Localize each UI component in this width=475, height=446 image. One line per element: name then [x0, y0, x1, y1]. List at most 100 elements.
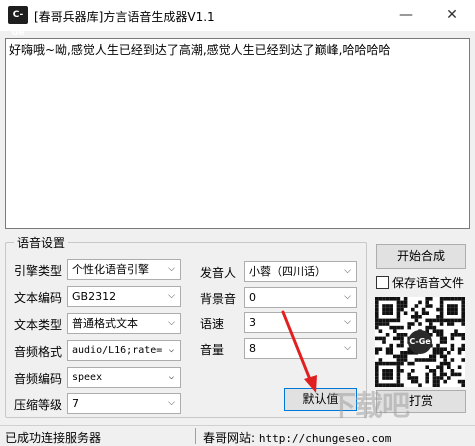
save-audio-option[interactable]: 保存语音文件	[376, 274, 464, 291]
qr-module	[389, 372, 393, 377]
qr-module	[443, 361, 447, 366]
qr-module	[396, 300, 401, 305]
qr-module	[443, 340, 447, 344]
start-synthesis-button[interactable]: 开始合成	[376, 244, 466, 269]
qr-module	[407, 361, 411, 366]
connection-status: 已成功连接服务器	[5, 431, 102, 445]
speaker-label: 发音人	[200, 266, 237, 280]
qr-module	[439, 372, 444, 377]
compression-level-label: 压缩等级	[14, 398, 63, 412]
qr-module	[375, 379, 379, 384]
qr-module	[461, 379, 465, 384]
qr-module	[432, 376, 437, 380]
compression-level-select[interactable]: 7 ⌵	[67, 393, 181, 414]
qr-module	[454, 372, 458, 377]
qr-module	[385, 369, 390, 373]
qr-module	[436, 333, 440, 337]
qr-module	[414, 379, 419, 384]
chevron-down-icon: ⌵	[339, 313, 356, 332]
qr-module	[385, 347, 390, 351]
donation-qr-code: C-Ge	[375, 297, 465, 387]
qr-module	[461, 297, 465, 301]
qr-module	[411, 322, 415, 326]
qr-module	[378, 361, 383, 366]
qr-module	[425, 358, 429, 362]
audio-format-select[interactable]: audio/L16;rate= ⌵	[67, 340, 181, 361]
chevron-down-icon: ⌵	[163, 314, 180, 333]
qr-module	[389, 369, 393, 373]
qr-module	[450, 318, 455, 323]
qr-module	[382, 372, 386, 377]
qr-module	[393, 354, 397, 359]
qr-module	[457, 379, 462, 384]
qr-module	[378, 329, 383, 333]
text-input-area[interactable]: 好嗨哦~呦,感觉人生已经到达了高潮,感觉人生已经到达了巅峰,哈哈哈哈	[5, 38, 470, 229]
qr-module	[400, 300, 404, 305]
qr-module	[450, 369, 455, 373]
qr-module	[454, 333, 458, 337]
text-type-select[interactable]: 普通格式文本 ⌵	[67, 313, 181, 334]
qr-module	[375, 351, 379, 355]
qr-module	[382, 304, 386, 308]
qr-module	[411, 361, 415, 366]
qr-module	[375, 304, 379, 308]
website-info: 春哥网站: http://chungeseo.com	[203, 429, 391, 446]
text-encoding-select[interactable]: GB2312 ⌵	[67, 286, 181, 307]
qr-module	[378, 297, 383, 301]
qr-module	[418, 300, 422, 305]
qr-module	[407, 322, 411, 326]
qr-module	[375, 369, 379, 373]
qr-module	[382, 336, 386, 341]
minimize-icon[interactable]: —	[383, 0, 429, 31]
audio-encoding-select[interactable]: speex ⌵	[67, 367, 181, 388]
qr-module	[393, 329, 397, 333]
window-title: [春哥兵器库]方言语音生成器V1.1	[34, 10, 215, 24]
qr-module	[429, 369, 433, 373]
background-sound-select[interactable]: 0 ⌵	[244, 287, 357, 308]
qr-module	[385, 361, 390, 366]
qr-module	[447, 351, 451, 355]
save-audio-checkbox[interactable]	[376, 276, 389, 289]
engine-type-select[interactable]: 个性化语音引擎 ⌵	[67, 259, 181, 280]
qr-module	[403, 358, 408, 362]
qr-module	[439, 354, 444, 359]
qr-module	[457, 347, 462, 351]
qr-module	[443, 372, 447, 377]
audio-format-value: audio/L16;rate=	[72, 345, 163, 356]
close-icon[interactable]: ✕	[429, 0, 475, 31]
audio-encoding-label: 音频编码	[14, 372, 63, 386]
compression-level-value: 7	[72, 397, 79, 410]
qr-module	[396, 361, 401, 366]
qr-module	[436, 318, 440, 323]
qr-module	[439, 361, 444, 366]
website-url[interactable]: http://chungeseo.com	[259, 432, 391, 445]
qr-module	[385, 311, 390, 315]
qr-module	[407, 325, 411, 330]
volume-select[interactable]: 8 ⌵	[244, 338, 357, 359]
audio-format-label: 音频格式	[14, 345, 63, 359]
qr-module	[396, 336, 401, 341]
speaker-select[interactable]: 小蓉（四川话） ⌵	[244, 261, 357, 282]
qr-module	[450, 343, 455, 348]
text-encoding-label: 文本编码	[14, 291, 63, 305]
volume-label: 音量	[200, 343, 225, 357]
speed-select[interactable]: 3 ⌵	[244, 312, 357, 333]
qr-module	[425, 318, 429, 323]
qr-module	[393, 297, 397, 301]
qr-module	[382, 322, 386, 326]
qr-module	[389, 343, 393, 348]
qr-module	[443, 318, 447, 323]
qr-module	[447, 322, 451, 326]
qr-module	[396, 376, 401, 380]
qr-module	[400, 304, 404, 308]
qr-module	[443, 354, 447, 359]
qr-module	[403, 311, 408, 315]
qr-module	[389, 325, 393, 330]
qr-module	[400, 333, 404, 337]
qr-module	[389, 304, 393, 308]
qr-module	[443, 336, 447, 341]
qr-module	[447, 361, 451, 366]
qr-module	[461, 347, 465, 351]
qr-module	[400, 354, 404, 359]
status-divider	[195, 428, 196, 444]
